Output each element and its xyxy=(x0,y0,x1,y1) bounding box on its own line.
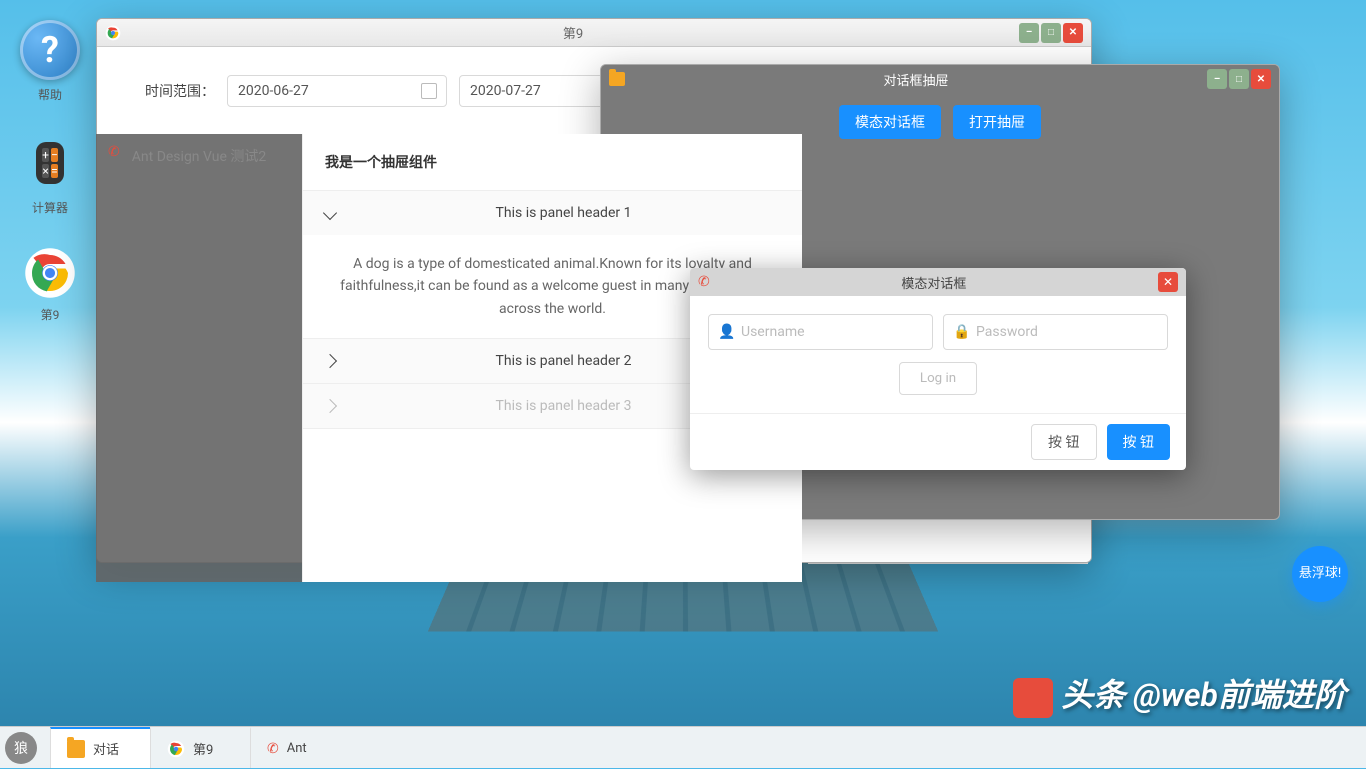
modal-dialog: ✆ 模态对话框 ✕ 👤 🔒 Log in 按 钮 按 钮 xyxy=(690,268,1186,470)
calculator-icon[interactable]: +−×= 计算器 xyxy=(20,133,80,216)
password-input[interactable] xyxy=(943,314,1168,350)
chrome-logo-icon xyxy=(23,246,77,300)
task-item-ant[interactable]: ✆ Ant xyxy=(250,727,350,768)
folder-icon xyxy=(609,72,625,86)
chrome-icon[interactable]: 第9 xyxy=(20,246,80,323)
desktop-icons: ? 帮助 +−×= 计算器 第9 xyxy=(20,20,80,323)
modal-title: 模态对话框 xyxy=(710,273,1158,292)
titlebar[interactable]: 对话框抽屉 – □ ✕ xyxy=(601,65,1279,93)
modal-footer: 按 钮 按 钮 xyxy=(690,413,1186,470)
close-button[interactable]: ✕ xyxy=(1063,23,1083,43)
calc-label: 计算器 xyxy=(32,199,68,216)
task-label: 第9 xyxy=(193,739,213,758)
question-mark-icon: ? xyxy=(20,20,80,80)
modal-header[interactable]: ✆ 模态对话框 ✕ xyxy=(690,268,1186,296)
chrome-label: 第9 xyxy=(41,306,60,323)
phone-icon: ✆ xyxy=(698,274,710,290)
task-item-chrome[interactable]: 第9 xyxy=(150,727,250,768)
window-title: 对话框抽屉 xyxy=(625,70,1207,89)
help-label: 帮助 xyxy=(38,86,62,103)
drawer-title: 我是一个抽屉组件 xyxy=(303,134,802,190)
modal-body: 👤 🔒 Log in xyxy=(690,296,1186,413)
folder-icon xyxy=(67,740,85,758)
phone-icon: ✆ xyxy=(267,741,279,757)
modal-ok-button[interactable]: 按 钮 xyxy=(1107,424,1170,460)
login-button[interactable]: Log in xyxy=(899,362,977,395)
titlebar[interactable]: 第9 – □ ✕ xyxy=(97,19,1091,47)
modal-cancel-button[interactable]: 按 钮 xyxy=(1031,424,1096,460)
close-icon[interactable]: ✕ xyxy=(1158,272,1178,292)
help-icon[interactable]: ? 帮助 xyxy=(20,20,80,103)
float-ball-button[interactable]: 悬浮球! xyxy=(1292,546,1348,602)
lock-icon: 🔒 xyxy=(953,324,970,340)
task-label: Ant xyxy=(287,741,307,756)
chrome-small-icon xyxy=(105,25,121,41)
task-label: 对话 xyxy=(93,739,119,758)
button-row: 模态对话框 打开抽屉 xyxy=(839,105,1041,139)
task-item-dialog[interactable]: 对话 xyxy=(50,727,150,768)
chevron-right-icon xyxy=(323,354,337,368)
collapse-header-text-1: This is panel header 1 xyxy=(347,205,780,221)
drawer-mask[interactable]: ✆ Ant Design Vue 测试2 xyxy=(96,134,302,582)
taskbar: 狼 对话 第9 ✆ Ant xyxy=(0,726,1366,768)
calc-grid-icon: +−×= xyxy=(36,142,64,184)
chrome-icon xyxy=(167,740,185,758)
user-icon: 👤 xyxy=(718,324,735,340)
time-range-label: 时间范围： xyxy=(145,81,215,101)
open-drawer-button[interactable]: 打开抽屉 xyxy=(953,105,1041,139)
drawer-outer-title: Ant Design Vue 测试2 xyxy=(96,146,302,166)
minimize-button[interactable]: – xyxy=(1207,69,1227,89)
close-button[interactable]: ✕ xyxy=(1251,69,1271,89)
task-items: 对话 第9 ✆ Ant xyxy=(50,727,350,768)
start-icon: 狼 xyxy=(5,732,37,764)
chevron-down-icon xyxy=(323,206,337,220)
maximize-button[interactable]: □ xyxy=(1041,23,1061,43)
watermark-text: 头条 @web前端进阶 xyxy=(1013,670,1346,718)
start-button[interactable]: 狼 xyxy=(0,727,42,769)
open-modal-button[interactable]: 模态对话框 xyxy=(839,105,941,139)
username-input[interactable] xyxy=(708,314,933,350)
window-title: 第9 xyxy=(127,23,1019,42)
maximize-button[interactable]: □ xyxy=(1229,69,1249,89)
date-from-input[interactable] xyxy=(227,75,447,107)
minimize-button[interactable]: – xyxy=(1019,23,1039,43)
collapse-header-1[interactable]: This is panel header 1 xyxy=(303,191,802,235)
chevron-right-icon xyxy=(323,399,337,413)
